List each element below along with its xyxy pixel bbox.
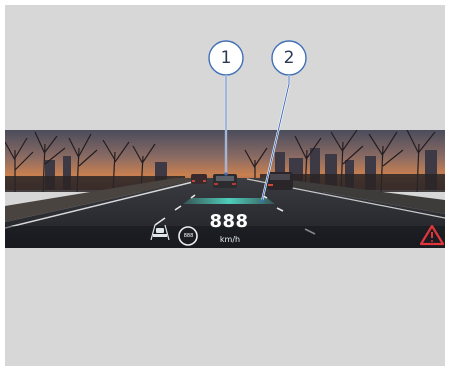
speed-unit: km/h [219,235,241,244]
speed-limit-value: 888 [183,233,194,239]
vehicle-right [267,172,293,190]
callout-1-number: 1 [220,48,232,68]
guidance-line [183,198,275,204]
callout-2-number: 2 [283,48,295,68]
vehicle-ahead [213,174,237,188]
vehicle-left [191,174,207,184]
speed-value: 888 [209,211,249,232]
